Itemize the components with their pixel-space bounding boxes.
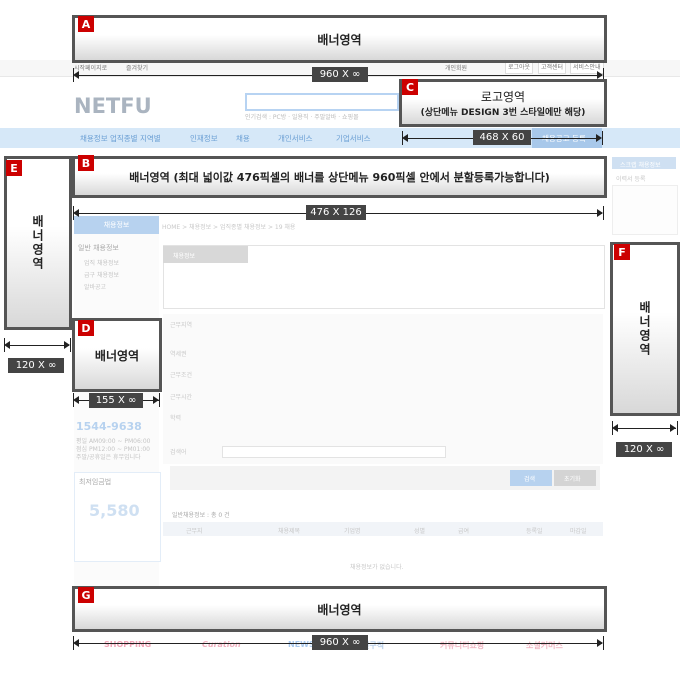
banner-a-text: 배너영역	[317, 32, 362, 47]
dimension-tick	[603, 206, 604, 220]
column-header: 기업명	[344, 528, 361, 535]
dimension-tick	[402, 131, 403, 145]
banner-g: 배너영역	[72, 586, 607, 632]
banner-c-subtitle: (상단메뉴 DESIGN 3번 스타일에만 해당)	[420, 108, 586, 118]
min-wage-title: 최저임금법	[79, 478, 112, 486]
banner-a-label: A	[78, 16, 94, 32]
banner-c-label: C	[402, 79, 418, 95]
banner-b-text: 배너영역 (최대 넓이값 476픽셀의 배너를 상단메뉴 960픽셀 안에서 분…	[129, 171, 550, 184]
member-type-select[interactable]: 개인회원	[445, 63, 467, 72]
footer-logo-social-commerce[interactable]: 소셜커머스	[526, 640, 563, 651]
dimension-tick	[159, 393, 160, 407]
dimension-label-top: 960 X ∞	[312, 67, 368, 82]
customer-center-button[interactable]: 고객센터	[538, 62, 567, 74]
left-sidebar-title: 채용정보	[74, 216, 159, 234]
dimension-tick	[73, 68, 74, 82]
filter-tab-label: 채용정보	[173, 253, 196, 260]
dimension-tick	[677, 421, 678, 435]
bookmark-link[interactable]: 즐겨찾기	[126, 63, 148, 72]
dimension-line	[614, 428, 676, 429]
banner-g-text: 배너영역	[317, 602, 362, 617]
banner-b: 배너영역 (최대 넓이값 476픽셀의 배너를 상단메뉴 960픽셀 안에서 분…	[72, 156, 607, 198]
nav-item-talent[interactable]: 인재정보	[190, 133, 218, 144]
banner-g-label: G	[78, 587, 94, 603]
banner-e-label: E	[6, 160, 22, 176]
min-wage-box: 최저임금법 5,580	[74, 472, 161, 562]
column-header: 급여	[458, 528, 470, 535]
nav-item-hire[interactable]: 채용	[236, 133, 250, 144]
column-header: 등록일	[526, 528, 543, 535]
nav-item-company[interactable]: 기업서비스	[336, 133, 371, 144]
popular-search-links: 인기검색 : PC방 · 일용직 · 주말알바 · 쇼핑몰	[245, 114, 359, 121]
banner-c-title: 로고영역	[480, 90, 526, 104]
contact-phone: 1544-9638	[76, 420, 142, 433]
column-header: 근무지	[186, 528, 203, 535]
left-sub-title: 일반 채용정보	[78, 244, 119, 252]
dimension-tick	[73, 636, 74, 650]
right-quick-box	[612, 185, 678, 235]
row-label: 학력	[170, 415, 182, 422]
search-input[interactable]	[245, 93, 399, 111]
banner-e: 배너영역	[4, 156, 72, 330]
left-menu-item[interactable]: 급구 채용정보	[84, 270, 119, 279]
right-quick-item: 스크랩 채용정보	[620, 162, 661, 169]
dimension-label-e: 120 X ∞	[8, 358, 64, 373]
keyword-input[interactable]	[222, 446, 446, 458]
dimension-label-bottom: 960 X ∞	[312, 635, 368, 650]
dimension-label-b: 476 X 126	[306, 205, 366, 220]
dimension-tick	[602, 131, 603, 145]
empty-message: 채용정보가 없습니다.	[350, 564, 404, 571]
left-menu-item[interactable]: 알바공고	[84, 282, 106, 291]
banner-a: 배너영역	[72, 15, 607, 63]
row-label: 근무시간	[170, 394, 193, 401]
banner-c-logo-area: 로고영역 (상단메뉴 DESIGN 3번 스타일에만 해당)	[399, 79, 607, 127]
column-header: 성별	[414, 528, 426, 535]
banner-f-label: F	[614, 244, 630, 260]
dimension-tick	[4, 338, 5, 352]
reset-button-label: 초기화	[564, 476, 581, 483]
dimension-arrow-right	[670, 424, 676, 432]
search-conditions	[163, 314, 603, 464]
search-button-label: 검색	[524, 476, 536, 483]
banner-f: 배너영역	[610, 242, 680, 416]
min-wage-value: 5,580	[89, 501, 140, 520]
footer-logo-curation[interactable]: Curation	[202, 640, 241, 649]
site-logo[interactable]: NETFU	[74, 94, 152, 118]
banner-b-label: B	[78, 155, 94, 171]
dimension-line	[6, 345, 69, 346]
logout-button[interactable]: 로그아웃	[505, 62, 534, 74]
breadcrumb: HOME > 채용정보 > 업직종별 채용정보 > 19 채용	[162, 224, 296, 231]
banner-f-text: 배너영역	[637, 301, 652, 357]
banner-d-label: D	[78, 320, 94, 336]
row-label: 근무조건	[170, 372, 193, 379]
row-label: 검색어	[170, 449, 187, 456]
right-quick-menu[interactable]: 스크랩 채용정보	[612, 157, 676, 169]
column-header: 채용제목	[278, 528, 301, 535]
hours-line: 주말/공휴일은 휴무입니다	[76, 454, 141, 461]
dimension-tick	[603, 636, 604, 650]
reset-button[interactable]: 초기화	[554, 470, 596, 486]
dimension-tick	[73, 206, 74, 220]
column-header: 마감일	[570, 528, 587, 535]
row-label: 근무지역	[170, 322, 193, 329]
left-menu-item[interactable]: 업직 채용정보	[84, 258, 119, 267]
banner-e-text: 배너영역	[30, 215, 45, 271]
footer-logo-news[interactable]: NEWS	[288, 640, 315, 649]
filter-tab[interactable]: 채용정보	[163, 246, 248, 263]
dimension-label-f: 120 X ∞	[616, 442, 672, 457]
footer-logo-community-shop[interactable]: 커뮤니티쇼핑	[440, 640, 484, 651]
nav-item-personal[interactable]: 개인서비스	[278, 133, 313, 144]
footer-logo-shopping[interactable]: SHOPPING	[104, 640, 151, 649]
row-label: 역세권	[170, 351, 187, 358]
right-quick-item[interactable]: 이력서 등록	[616, 174, 646, 183]
dimension-label-d: 155 X ∞	[89, 393, 143, 408]
dimension-tick	[612, 421, 613, 435]
nav-item-jobs[interactable]: 채용정보 업직종별 지역별	[80, 133, 161, 144]
dimension-tick	[70, 338, 71, 352]
list-title: 일반채용정보 : 총 0 건	[172, 512, 230, 519]
dimension-label-logo: 468 X 60	[473, 130, 531, 145]
dimension-tick	[73, 393, 74, 407]
search-button[interactable]: 검색	[510, 470, 552, 486]
banner-d-text: 배너영역	[94, 348, 140, 363]
